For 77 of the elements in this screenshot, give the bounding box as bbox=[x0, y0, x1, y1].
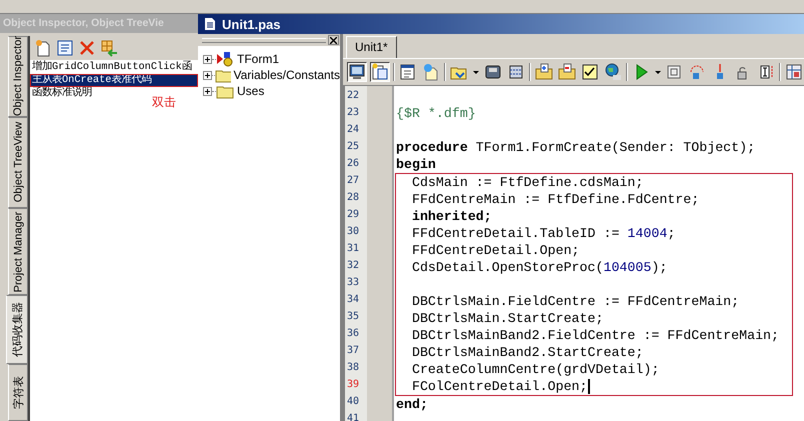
text-cursor bbox=[588, 379, 590, 394]
side-tab[interactable]: Project Manager bbox=[8, 208, 28, 296]
expand-icon[interactable] bbox=[203, 70, 212, 80]
line-number: 39 bbox=[346, 378, 360, 392]
line-number: 29 bbox=[346, 208, 360, 222]
toolbar-button[interactable] bbox=[580, 62, 600, 82]
line-number: 37 bbox=[346, 344, 360, 358]
code-line: CdsDetail.OpenStoreProc(104005); bbox=[410, 259, 668, 276]
expand-icon[interactable] bbox=[203, 54, 212, 64]
expand-icon[interactable] bbox=[203, 86, 212, 96]
line-number: 25 bbox=[346, 140, 360, 154]
line-number: 34 bbox=[346, 293, 360, 307]
step-over-icon bbox=[688, 63, 706, 81]
close-icon bbox=[330, 36, 337, 44]
line-number: 41 bbox=[346, 412, 360, 421]
delete-icon[interactable] bbox=[78, 39, 96, 57]
window-icon bbox=[399, 63, 417, 81]
globe-icon bbox=[604, 63, 622, 81]
line-number: 38 bbox=[346, 361, 360, 375]
code-line: DBCtrlsMain.StartCreate; bbox=[410, 310, 604, 327]
side-tab[interactable]: Object TreeView bbox=[8, 116, 28, 208]
pages-icon bbox=[371, 63, 389, 81]
checkbox-icon bbox=[580, 63, 598, 81]
code-line: DBCtrlsMain.FieldCentre := FFdCentreMain; bbox=[410, 293, 740, 310]
line-number: 28 bbox=[346, 191, 360, 205]
close-button[interactable] bbox=[328, 35, 339, 45]
line-number: 24 bbox=[346, 123, 360, 137]
code-line: FColCentreDetail.Open; bbox=[410, 378, 588, 395]
toolbar-button[interactable] bbox=[347, 62, 367, 82]
line-number: 32 bbox=[346, 259, 360, 273]
code-line: end; bbox=[396, 396, 428, 413]
file-tab[interactable]: Unit1* bbox=[346, 36, 397, 58]
document-icon bbox=[204, 17, 216, 31]
snippet-item[interactable]: 增加GridColumnButtonClick函 bbox=[30, 61, 198, 74]
tree-item[interactable]: Variables/Constants bbox=[234, 68, 340, 82]
toolbar-button[interactable] bbox=[602, 62, 622, 82]
code-line: FFdCentreDetail.Open; bbox=[410, 242, 580, 259]
new-page-icon[interactable] bbox=[34, 39, 52, 57]
toolbar-button[interactable] bbox=[784, 62, 804, 82]
class-icon bbox=[216, 51, 234, 67]
code-line: CdsMain := FtfDefine.cdsMain; bbox=[410, 174, 644, 191]
grid-arrow-icon[interactable] bbox=[100, 39, 118, 57]
code-line: procedure TForm1.FormCreate(Sender: TObject); bbox=[396, 139, 756, 156]
line-number: 30 bbox=[346, 225, 360, 239]
code-line: inherited; bbox=[410, 208, 492, 225]
line-number: 23 bbox=[346, 106, 360, 120]
code-line: {$R *.dfm} bbox=[396, 105, 476, 122]
side-tab[interactable]: 字符表 bbox=[8, 364, 28, 421]
line-number: 27 bbox=[346, 174, 360, 188]
square-icon bbox=[665, 63, 683, 81]
line-number: 36 bbox=[346, 327, 360, 341]
new-item-icon bbox=[422, 63, 440, 81]
window-title: Unit1.pas bbox=[222, 16, 281, 32]
remove-file-icon bbox=[558, 63, 576, 81]
side-tab[interactable]: Object Inspector bbox=[8, 36, 28, 117]
line-number: 31 bbox=[346, 242, 360, 256]
grid-page-icon bbox=[506, 63, 524, 81]
grid-icon bbox=[785, 63, 803, 81]
line-number: 22 bbox=[346, 89, 360, 103]
add-file-icon bbox=[534, 63, 552, 81]
side-tab[interactable]: 代码收集器 bbox=[6, 295, 28, 364]
monitor-icon bbox=[348, 63, 366, 81]
line-number: 33 bbox=[346, 276, 360, 290]
line-number: 26 bbox=[346, 157, 360, 171]
code-line: begin bbox=[396, 156, 436, 173]
annotation-text: 双击 bbox=[152, 94, 176, 111]
code-line: FFdCentreMain := FtfDefine.FdCentre; bbox=[410, 191, 700, 208]
code-line: CreateColumnCentre(grdVDetail); bbox=[410, 361, 660, 378]
toolbar-button[interactable] bbox=[370, 62, 390, 82]
line-number: 40 bbox=[346, 395, 360, 409]
tree-item[interactable]: TForm1 bbox=[237, 52, 279, 66]
code-line: FFdCentreDetail.TableID := 14004; bbox=[410, 225, 676, 242]
line-number: 35 bbox=[346, 310, 360, 324]
tree-item[interactable]: Uses bbox=[237, 84, 264, 98]
list-icon[interactable] bbox=[56, 39, 74, 57]
code-line: DBCtrlsMainBand2.StartCreate; bbox=[410, 344, 644, 361]
code-line: DBCtrlsMainBand2.FieldCentre := FFdCentreMain; bbox=[410, 327, 780, 344]
